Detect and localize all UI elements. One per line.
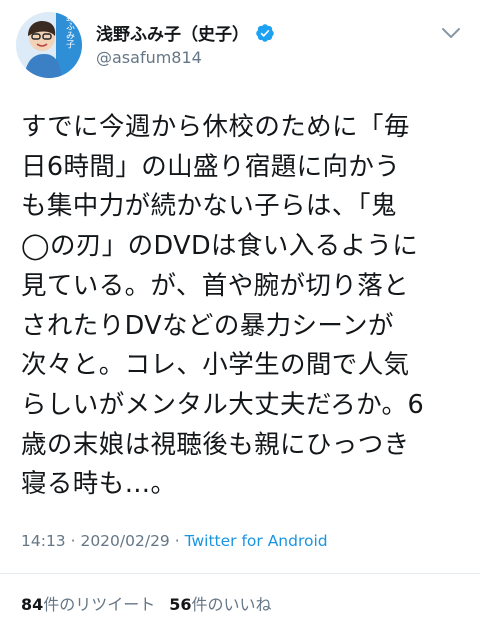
tweet-line: ◯の刃」のDVDは食い入るように [21, 231, 419, 262]
tweet-line: も集中力が続かない子らは、「鬼 [21, 191, 397, 222]
verified-badge-icon [256, 23, 274, 42]
divider [0, 573, 480, 574]
meta-separator: · [169, 532, 185, 550]
tweet-line: 日6時間」の山盛り宿題に向かう [21, 151, 401, 182]
handle[interactable]: @asafum814 [96, 48, 202, 67]
tweet-stats: 84件のリツイート 56件のいいね [21, 591, 272, 615]
tweet-line: すでに今週から休校のために「毎 [21, 112, 410, 142]
author-name-row: 浅野ふみ子（史子） [96, 20, 275, 45]
avatar-text: 浅野ふみ子 [64, 12, 75, 49]
tweet-text: すでに今週から休校のために「毎 日6時間」の山盛り宿題に向かう も集中力が続かな… [21, 108, 471, 505]
tweet-line: 見ている。が、首や腕が切り落と [21, 270, 409, 301]
likes-count: 56 [169, 595, 192, 614]
avatar[interactable]: 浅野ふみ子 [16, 12, 82, 78]
tweet-line: 次々と。コレ、小学生の間で人気 [21, 350, 410, 381]
likes-stat[interactable]: 56件のいいね [169, 595, 271, 614]
tweet-date[interactable]: 2020/02/29 [80, 532, 169, 550]
retweets-count: 84 [21, 595, 44, 614]
tweet-source-link[interactable]: Twitter for Android [185, 532, 328, 550]
tweet-line: されたりDVなどの暴力シーンが [21, 310, 394, 341]
display-name[interactable]: 浅野ふみ子（史子） [96, 20, 249, 45]
likes-label: 件のいいね [191, 595, 272, 614]
tweet-meta: 14:13 · 2020/02/29 · Twitter for Android [21, 532, 328, 550]
retweets-stat[interactable]: 84件のリツイート [21, 595, 155, 614]
retweets-label: 件のリツイート [43, 595, 156, 614]
tweet-time[interactable]: 14:13 [21, 532, 66, 550]
tweet-line: らしいがメンタル大丈夫だろか。6 [21, 389, 425, 420]
tweet-line: 寝る時も…。 [21, 469, 177, 500]
avatar-photo: 浅野ふみ子 [16, 12, 82, 78]
chevron-down-icon[interactable] [440, 26, 462, 40]
meta-separator: · [65, 532, 81, 550]
tweet-line: 歳の末娘は視聴後も親にひっつき [21, 429, 410, 460]
